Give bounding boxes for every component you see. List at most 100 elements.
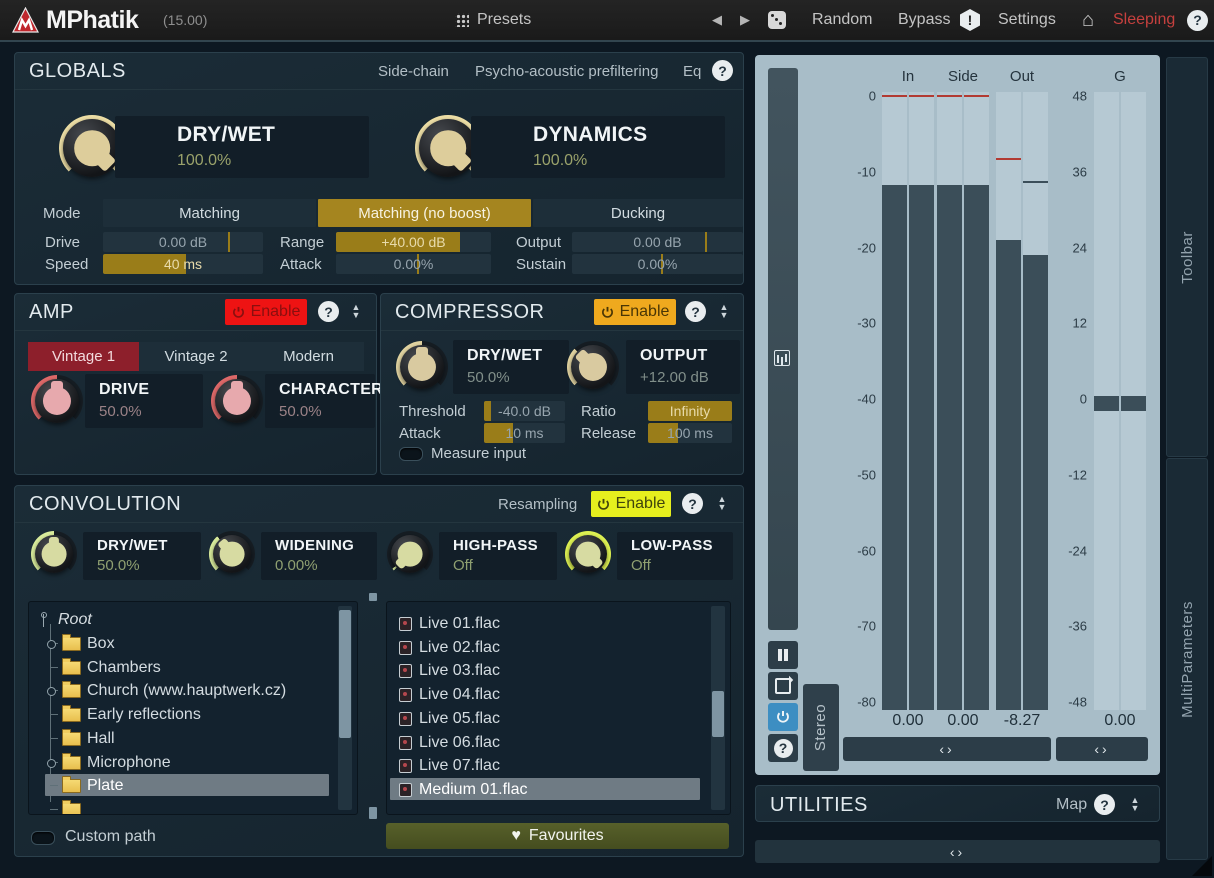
panes-splitter-handle2[interactable] <box>369 807 377 819</box>
file-item[interactable]: Live 03.flac <box>419 661 500 681</box>
sidechain-link[interactable]: Side-chain <box>378 63 449 80</box>
convolution-collapse-chevrons[interactable]: ▲▼ <box>715 495 729 511</box>
toolbar-tab[interactable]: Toolbar <box>1166 57 1208 457</box>
param-bar-drive[interactable]: 0.00 dB <box>103 232 263 252</box>
tree-item[interactable]: Hall <box>87 729 115 749</box>
scale-right-label: 36 <box>1049 164 1087 179</box>
mode-option[interactable]: Matching <box>103 199 316 227</box>
eq-link[interactable]: Eq <box>683 63 701 80</box>
amp-help-icon[interactable]: ? <box>318 301 339 322</box>
compressor-ratio-bar[interactable]: Infinity <box>648 401 732 421</box>
amp-collapse-chevrons[interactable]: ▲▼ <box>349 303 363 319</box>
file-item[interactable]: Live 05.flac <box>419 709 500 729</box>
multiparameters-tab[interactable]: MultiParameters <box>1166 458 1208 860</box>
param-bar-speed[interactable]: 40 ms <box>103 254 263 274</box>
amp-tab-vintage-2[interactable]: Vintage 2 <box>139 342 253 371</box>
ir-folder-tree[interactable]: Root Box Chambers Church (www.hauptwerk.cz)… <box>28 601 358 815</box>
compressor-output-knob[interactable] <box>567 341 619 393</box>
compressor-release-bar[interactable]: 100 ms <box>648 423 732 443</box>
file-item[interactable]: Live 02.flac <box>419 638 500 658</box>
ir-file-list[interactable]: Live 01.flac Live 02.flac Live 03.flac Live… <box>386 601 731 815</box>
compressor-drywet-value-box[interactable]: DRY/WET 50.0% <box>453 340 569 394</box>
measure-input-toggle[interactable] <box>399 447 423 461</box>
compressor-attack-bar[interactable]: 10 ms <box>484 423 565 443</box>
amp-character-knob[interactable] <box>211 375 263 427</box>
help-icon[interactable]: ? <box>1187 0 1208 40</box>
tree-expand-node[interactable] <box>47 640 56 649</box>
tree-scrollbar[interactable] <box>338 606 352 810</box>
mode-option[interactable]: Ducking <box>533 199 743 227</box>
tree-item[interactable]: Early reflections <box>87 705 201 725</box>
convolution-enable-button[interactable]: Enable <box>591 491 671 517</box>
amp-tab-modern[interactable]: Modern <box>253 342 364 371</box>
widening-value-box[interactable]: WIDENING 0.00% <box>261 532 377 580</box>
amp-enable-button[interactable]: Enable <box>225 299 307 325</box>
randomize-icon[interactable] <box>768 0 786 40</box>
tree-root-item[interactable]: Root <box>43 610 92 630</box>
psychoacoustic-link[interactable]: Psycho-acoustic prefiltering <box>475 63 658 80</box>
utilities-collapse-chevrons[interactable]: ▲▼ <box>1128 796 1142 812</box>
compressor-drywet-knob[interactable] <box>396 341 448 393</box>
amp-drive-knob[interactable] <box>31 375 83 427</box>
mode-option[interactable]: Matching (no boost) <box>318 199 531 227</box>
meter-peak-mark <box>996 158 1021 160</box>
resampling-link[interactable]: Resampling <box>498 496 577 513</box>
tree-item[interactable]: Plate <box>87 776 123 796</box>
file-item[interactable]: Medium 01.flac <box>419 780 528 800</box>
map-link[interactable]: Map <box>1056 796 1087 814</box>
presets-button[interactable]: Presets <box>455 0 531 40</box>
bypass-button[interactable]: Bypass <box>898 0 950 40</box>
globals-help-icon[interactable]: ? <box>712 60 733 81</box>
compressor-output-value-box[interactable]: OUTPUT +12.00 dB <box>626 340 740 394</box>
file-item[interactable]: Live 04.flac <box>419 685 500 705</box>
compressor-help-icon[interactable]: ? <box>685 301 706 322</box>
widening-knob[interactable] <box>209 531 255 577</box>
meter-range-scrollbar[interactable]: ‹› <box>843 737 1051 761</box>
panes-splitter-handle[interactable] <box>369 593 377 601</box>
files-scrollbar[interactable] <box>711 606 725 810</box>
convolution-drywet-knob[interactable] <box>31 531 77 577</box>
custom-path-toggle[interactable] <box>31 831 55 845</box>
utilities-help-icon[interactable]: ? <box>1094 794 1115 815</box>
file-item[interactable]: Live 06.flac <box>419 733 500 753</box>
home-icon[interactable]: ⌂ <box>1082 0 1094 40</box>
highpass-knob[interactable] <box>387 531 433 577</box>
random-button[interactable]: Random <box>812 0 872 40</box>
compressor-enable-button[interactable]: Enable <box>594 299 676 325</box>
drywet-value-box[interactable]: DRY/WET 100.0% <box>115 116 369 178</box>
dynamics-value-box[interactable]: DYNAMICS 100.0% <box>471 116 725 178</box>
param-bar-output[interactable]: 0.00 dB <box>572 232 743 252</box>
next-preset-button[interactable]: ▶ <box>740 0 750 40</box>
limiter-warning-icon[interactable]: ! <box>960 0 980 40</box>
file-item[interactable]: Live 01.flac <box>419 614 500 634</box>
lowpass-value-box[interactable]: LOW-PASS Off <box>617 532 733 580</box>
utilities-scrollbar[interactable]: ‹› <box>755 840 1160 863</box>
previous-preset-button[interactable]: ◀ <box>712 0 722 40</box>
sleeping-indicator[interactable]: Sleeping <box>1113 0 1175 40</box>
amp-drive-value-box[interactable]: DRIVE 50.0% <box>85 374 203 428</box>
convolution-drywet-value-box[interactable]: DRY/WET 50.0% <box>83 532 201 580</box>
tree-expand-node[interactable] <box>47 759 56 768</box>
tree-item[interactable]: Chambers <box>87 658 161 678</box>
param-bar-range[interactable]: +40.00 dB <box>336 232 491 252</box>
highpass-value-box[interactable]: HIGH-PASS Off <box>439 532 557 580</box>
favourites-button[interactable]: ♥Favourites <box>386 823 729 849</box>
tree-item[interactable]: Church (www.hauptwerk.cz) <box>87 681 286 701</box>
param-bar-attack[interactable]: 0.00% <box>336 254 491 274</box>
compressor-collapse-chevrons[interactable]: ▲▼ <box>717 303 731 319</box>
param-bar-sustain[interactable]: 0.00% <box>572 254 743 274</box>
tree-item[interactable]: Microphone <box>87 753 171 773</box>
compressor-threshold-bar[interactable]: -40.0 dB <box>484 401 565 421</box>
melda-logo-icon[interactable] <box>12 0 39 40</box>
settings-button[interactable]: Settings <box>998 0 1056 40</box>
tree-item[interactable]: Box <box>87 634 115 654</box>
amp-tab-vintage-1[interactable]: Vintage 1 <box>28 342 139 371</box>
gain-range-scrollbar[interactable]: ‹› <box>1056 737 1148 761</box>
meter-fill <box>937 185 962 710</box>
tree-expand-node[interactable] <box>47 687 56 696</box>
window-resize-grip[interactable] <box>1192 856 1212 876</box>
lowpass-knob[interactable] <box>565 531 611 577</box>
file-item[interactable]: Live 07.flac <box>419 756 500 776</box>
convolution-help-icon[interactable]: ? <box>682 493 703 514</box>
amp-character-value-box[interactable]: CHARACTER 50.0% <box>265 374 375 428</box>
